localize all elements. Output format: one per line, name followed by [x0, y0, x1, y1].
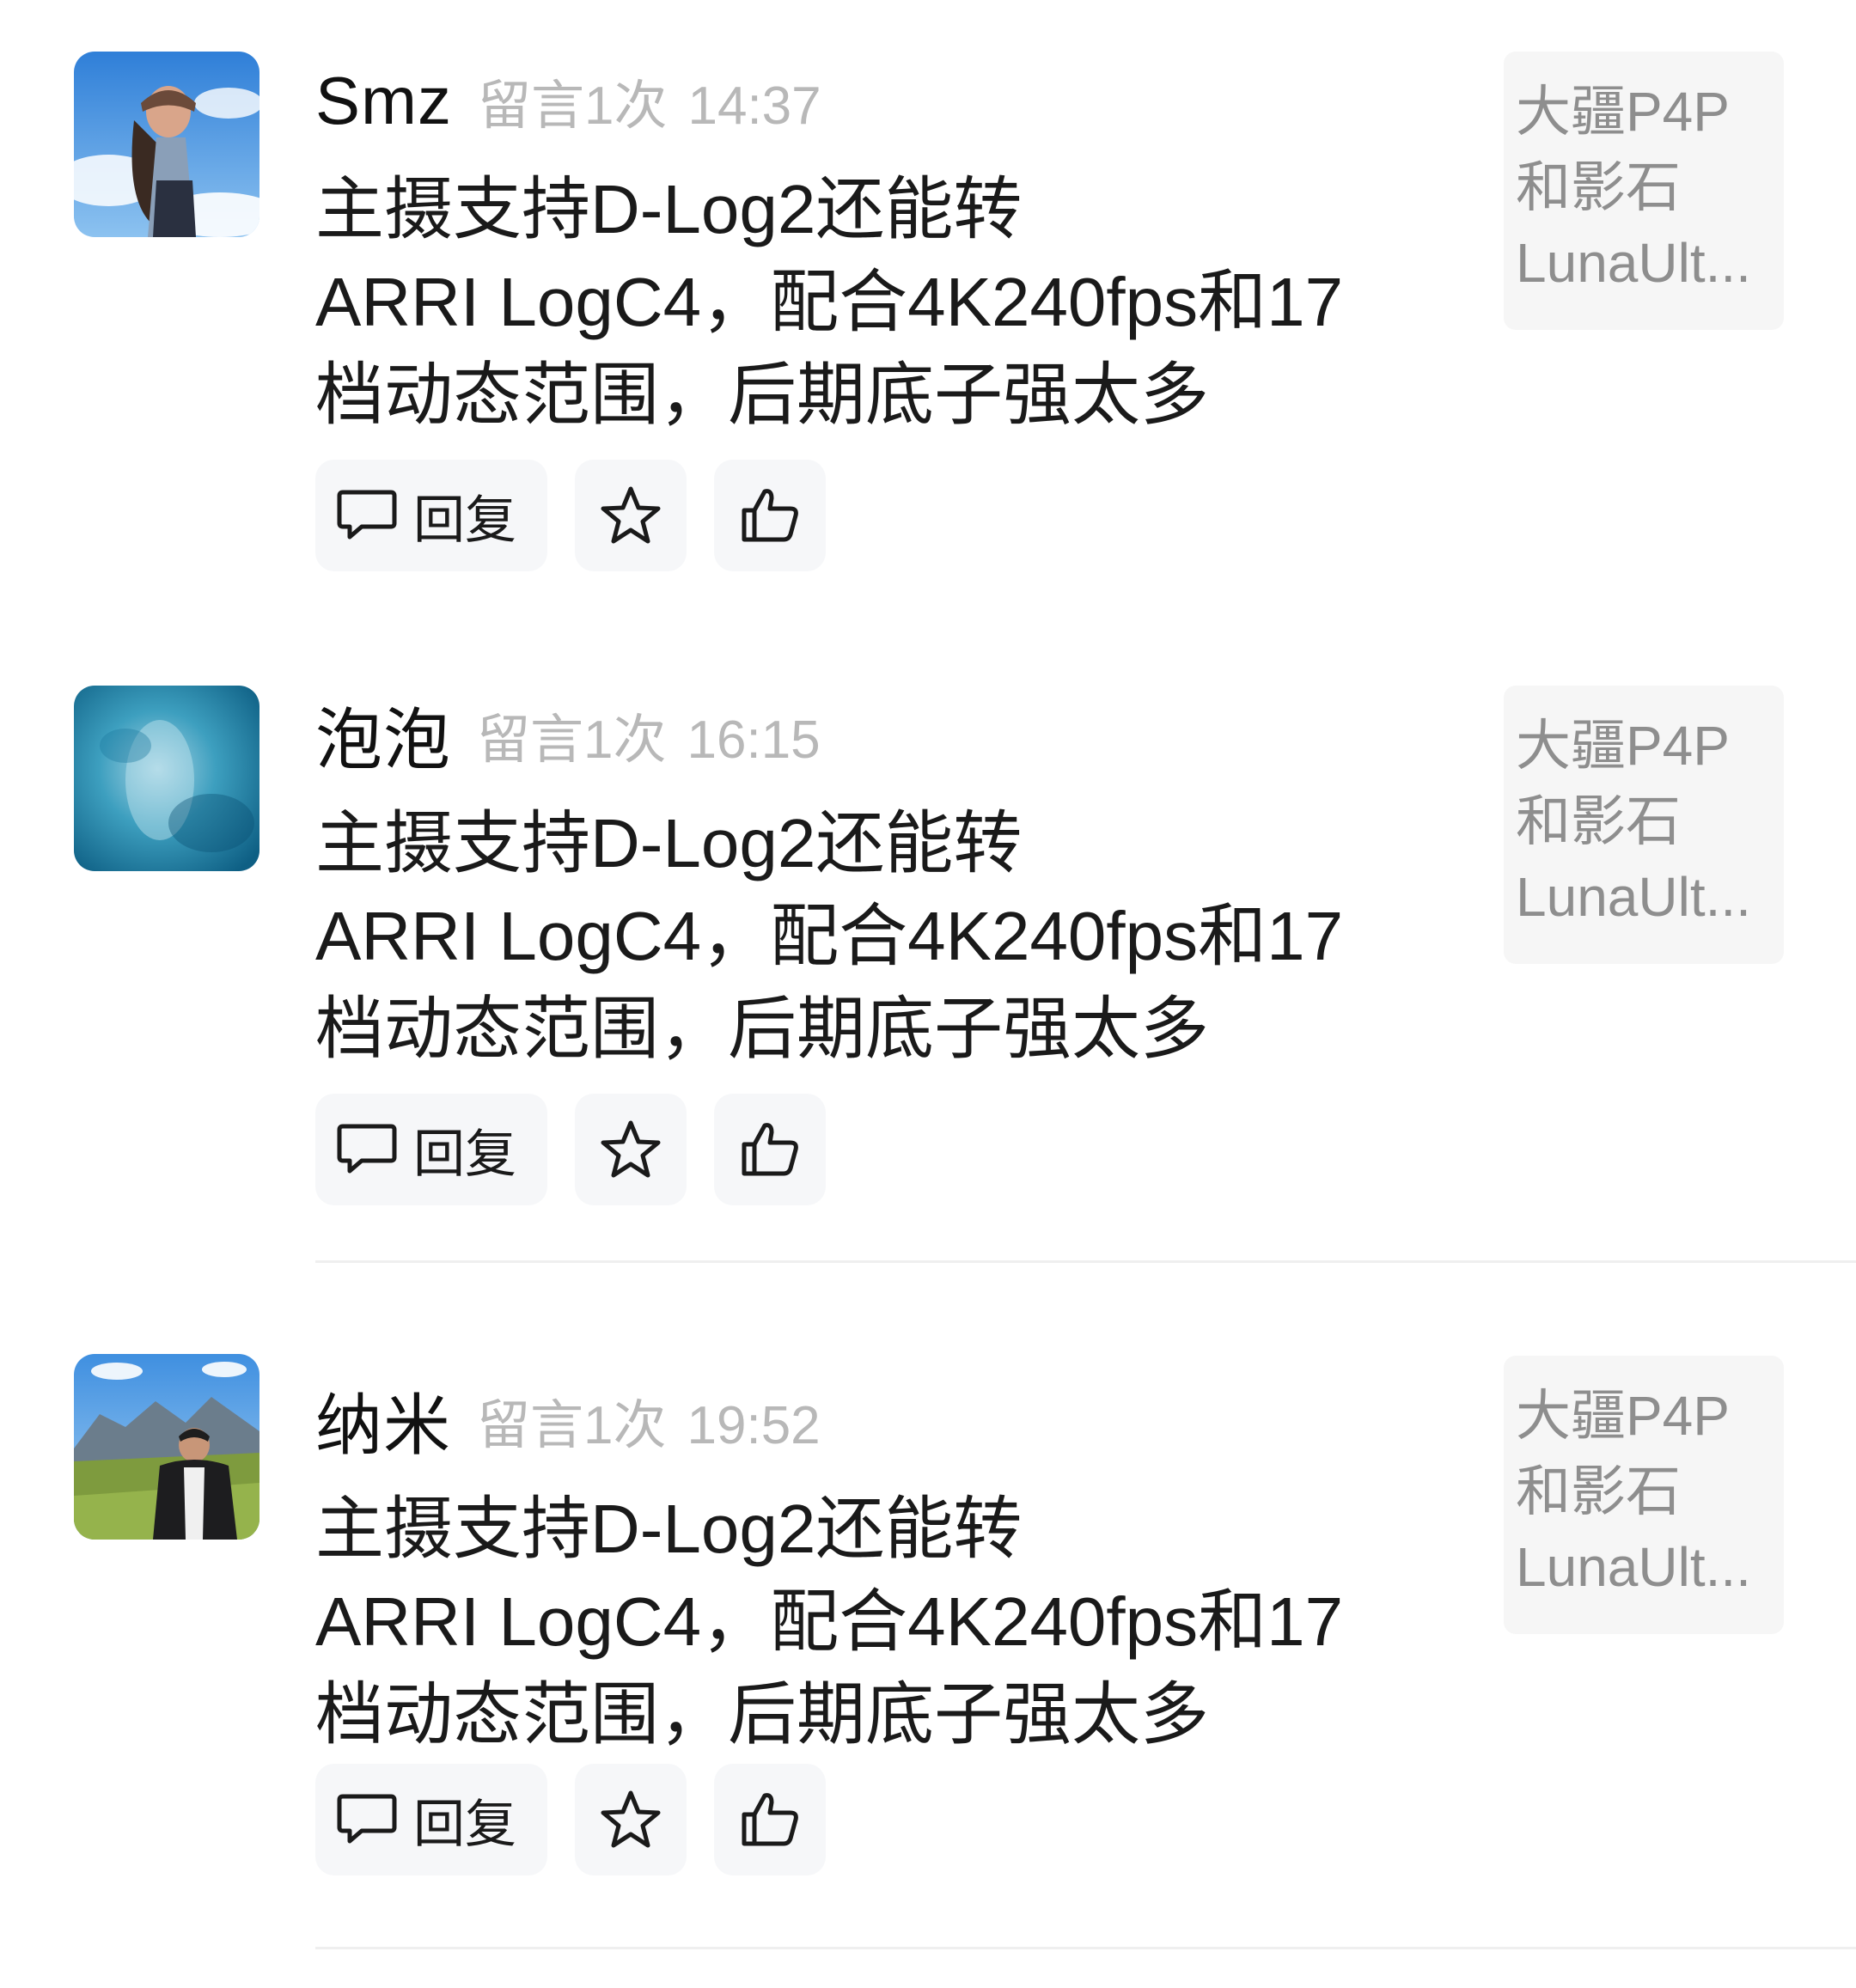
username[interactable]: Smz: [315, 62, 452, 140]
comment-actions: 回复: [315, 460, 853, 571]
divider: [315, 1947, 1856, 1949]
comment-header: 泡泡 留言1次 16:15: [315, 687, 821, 782]
quote-line: 和影石: [1516, 1461, 1681, 1522]
quote-line: LunaUlt...: [1516, 1536, 1751, 1598]
comment-meta: 留言1次 14:37: [478, 62, 821, 139]
comment-line: ARRI LogC4，配合4K240fps和17: [315, 898, 1344, 974]
comment-line: 档动态范围，后期底子强太多: [315, 991, 1209, 1067]
quoted-article[interactable]: 大疆P4P 和影石 LunaUlt...: [1504, 1356, 1784, 1634]
quoted-article[interactable]: 大疆P4P 和影石 LunaUlt...: [1504, 686, 1784, 964]
reply-label: 回复: [413, 491, 516, 549]
like-button[interactable]: [714, 460, 826, 571]
avatar[interactable]: [74, 1354, 259, 1540]
avatar-photo-icon: [74, 686, 259, 871]
comment-list: Smz 留言1次 14:37 主摄支持D-Log2还能转 ARRI LogC4，配…: [0, 0, 1856, 1988]
comment-line: 档动态范围，后期底子强太多: [315, 357, 1209, 433]
star-icon: [601, 1790, 661, 1848]
comment-header: Smz 留言1次 14:37: [315, 53, 821, 148]
speech-bubble-icon: [337, 1124, 397, 1174]
comment-line: 主摄支持D-Log2还能转: [315, 171, 1023, 247]
username[interactable]: 泡泡: [315, 686, 451, 783]
like-button[interactable]: [714, 1764, 826, 1875]
avatar[interactable]: [74, 52, 259, 237]
star-icon: [601, 486, 661, 544]
comment-text: 主摄支持D-Log2还能转 ARRI LogC4，配合4K240fps和17 档…: [315, 797, 1372, 1076]
comment-meta: 留言1次 16:15: [477, 696, 821, 773]
reply-label: 回复: [413, 1125, 516, 1183]
comment-meta: 留言1次 19:52: [477, 1381, 821, 1459]
timestamp: 16:15: [687, 710, 821, 770]
reply-button[interactable]: 回复: [315, 460, 547, 571]
comment-actions: 回复: [315, 1094, 853, 1205]
comment-count: 留言1次: [477, 1396, 667, 1455]
quote-line: 大疆P4P: [1516, 1385, 1730, 1447]
timestamp: 14:37: [687, 76, 821, 136]
comment-line: 主摄支持D-Log2还能转: [315, 1491, 1023, 1567]
divider: [315, 1260, 1856, 1263]
comment-line: 主摄支持D-Log2还能转: [315, 805, 1023, 881]
reply-button[interactable]: 回复: [315, 1764, 547, 1875]
comment-count: 留言1次: [478, 76, 668, 136]
avatar-photo-icon: [74, 52, 259, 237]
favorite-button[interactable]: [575, 1764, 687, 1875]
thumbs-up-icon: [742, 1123, 798, 1176]
speech-bubble-icon: [337, 490, 397, 540]
reply-label: 回复: [413, 1795, 516, 1853]
quoted-article[interactable]: 大疆P4P 和影石 LunaUlt...: [1504, 52, 1784, 330]
username[interactable]: 纳米: [315, 1372, 451, 1468]
quote-line: 大疆P4P: [1516, 81, 1730, 143]
star-icon: [601, 1120, 661, 1178]
comment-item: 泡泡 留言1次 16:15 主摄支持D-Log2还能转 ARRI LogC4，配合…: [0, 634, 1856, 1304]
quote-line: LunaUlt...: [1516, 232, 1751, 294]
quote-line: 和影石: [1516, 790, 1681, 852]
comment-text: 主摄支持D-Log2还能转 ARRI LogC4，配合4K240fps和17 档…: [315, 163, 1372, 442]
timestamp: 19:52: [687, 1396, 821, 1455]
comment-actions: 回复: [315, 1764, 853, 1875]
like-button[interactable]: [714, 1094, 826, 1205]
avatar-photo-icon: [74, 1354, 259, 1540]
favorite-button[interactable]: [575, 460, 687, 571]
comment-item: Smz 留言1次 14:37 主摄支持D-Log2还能转 ARRI LogC4，配…: [0, 0, 1856, 634]
thumbs-up-icon: [742, 1793, 798, 1846]
comment-header: 纳米 留言1次 19:52: [315, 1373, 821, 1467]
quote-line: 大疆P4P: [1516, 715, 1730, 777]
comment-count: 留言1次: [477, 710, 667, 770]
speech-bubble-icon: [337, 1794, 397, 1844]
comment-item: 纳米 留言1次 19:52 主摄支持D-Log2还能转 ARRI LogC4，配合…: [0, 1302, 1856, 1988]
comment-line: ARRI LogC4，配合4K240fps和17: [315, 264, 1344, 340]
favorite-button[interactable]: [575, 1094, 687, 1205]
thumbs-up-icon: [742, 489, 798, 542]
avatar[interactable]: [74, 686, 259, 871]
quote-line: 和影石: [1516, 156, 1681, 218]
comment-line: 档动态范围，后期底子强太多: [315, 1676, 1209, 1753]
quote-line: LunaUlt...: [1516, 866, 1751, 928]
reply-button[interactable]: 回复: [315, 1094, 547, 1205]
comment-line: ARRI LogC4，配合4K240fps和17: [315, 1583, 1344, 1660]
comment-text: 主摄支持D-Log2还能转 ARRI LogC4，配合4K240fps和17 档…: [315, 1483, 1372, 1761]
